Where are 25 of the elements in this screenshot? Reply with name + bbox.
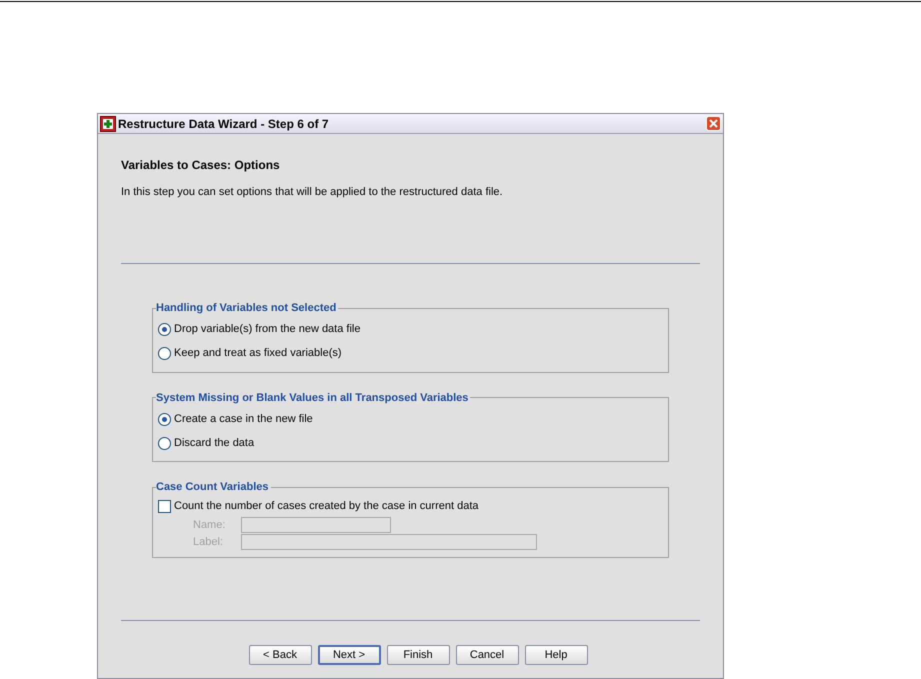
step-heading: Variables to Cases: Options <box>121 157 281 174</box>
radio-button[interactable] <box>158 323 171 336</box>
checkbox-label: Count the number of cases created by the case in current data <box>174 499 479 514</box>
checkbox[interactable] <box>158 500 171 513</box>
window-title: Restructure Data Wizard - Step 6 of 7 <box>118 116 330 132</box>
wizard-button[interactable]: Cancel <box>456 645 518 665</box>
option-label: Create a case in the new file <box>174 412 313 427</box>
radio-button[interactable] <box>158 436 171 450</box>
group-title: Handling of Variables not Selected <box>156 301 338 316</box>
radio-button[interactable] <box>158 412 171 426</box>
wizard-button[interactable]: Finish <box>386 645 450 665</box>
option-label: Keep and treat as fixed variable(s) <box>174 346 342 362</box>
wizard-button[interactable]: Help <box>524 645 588 665</box>
close-button[interactable] <box>706 116 721 131</box>
field-label: Label: <box>193 534 224 550</box>
field-label: Name: <box>193 518 226 533</box>
option-label: Drop variable(s) from the new data file <box>174 322 360 338</box>
wizard-button[interactable]: Next > <box>318 645 380 665</box>
app-icon <box>100 116 116 132</box>
wizard-button[interactable]: < Back <box>248 645 312 665</box>
group-title: Case Count Variables <box>156 480 270 495</box>
group-title: System Missing or Blank Values in all Transposed Variables <box>156 390 470 406</box>
option-label: Discard the data <box>174 436 254 451</box>
radio-button[interactable] <box>158 347 171 360</box>
step-description: In this step you can set options that will be applied to the restructured data file. <box>121 185 504 200</box>
